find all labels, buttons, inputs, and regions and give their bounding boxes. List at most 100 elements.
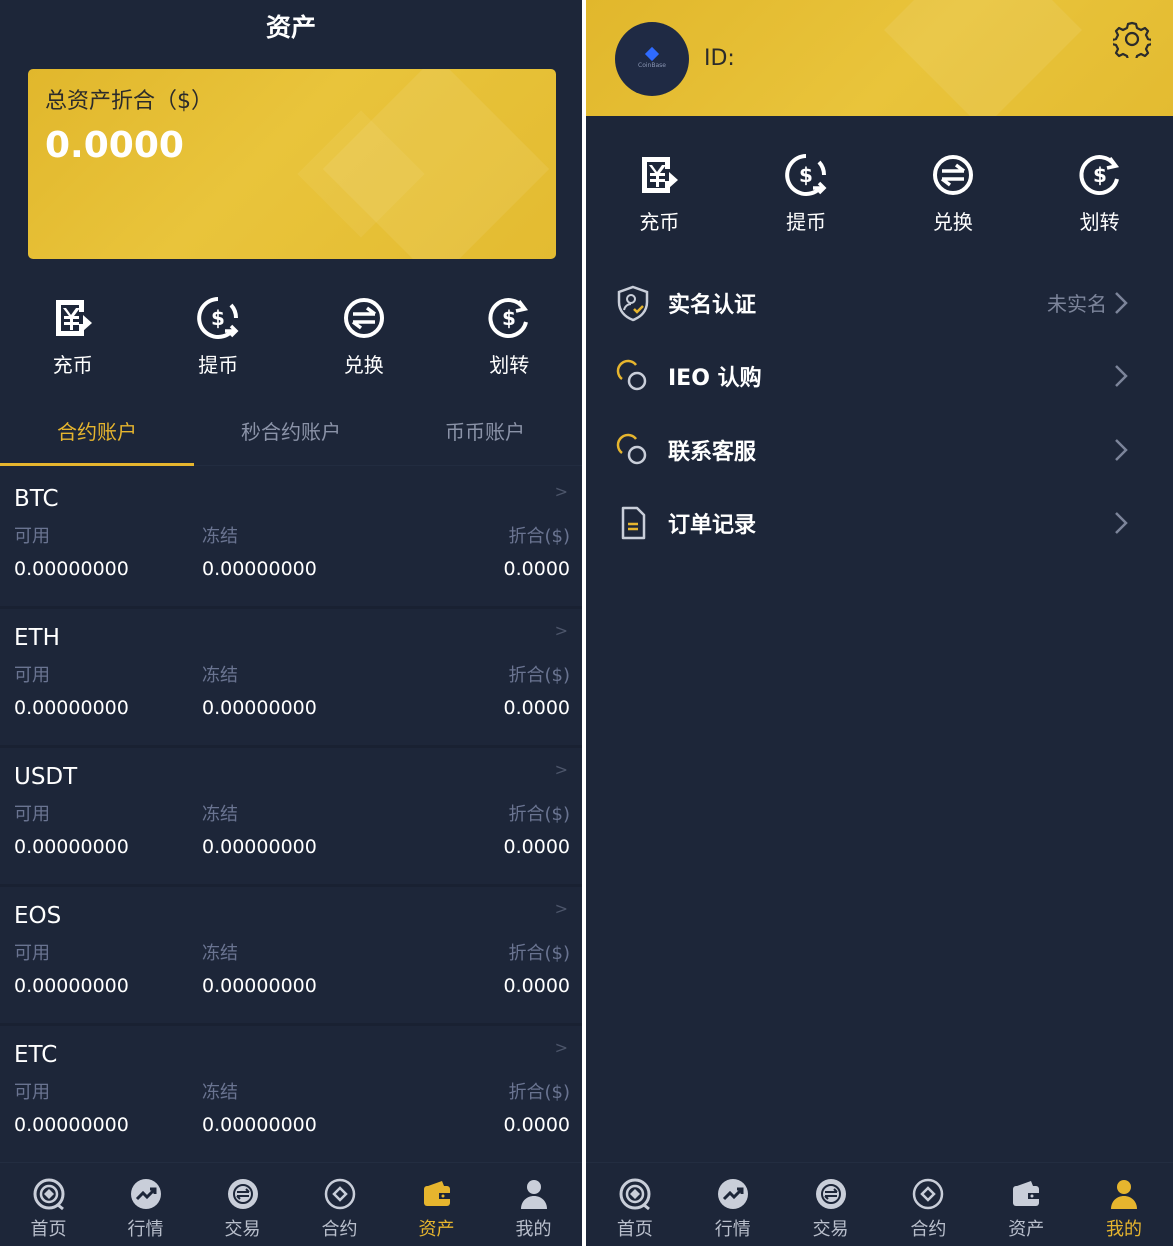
frozen-label: 冻结	[202, 943, 238, 964]
home-icon	[619, 1178, 651, 1211]
equivalent-value: 0.0000	[503, 836, 570, 858]
coin-row-btc[interactable]: BTC > 可用 冻结 折合($) 0.00000000 0.00000000 …	[0, 470, 582, 609]
document-icon	[621, 507, 646, 540]
menu-label: 联系客服	[668, 439, 757, 465]
equivalent-label: 折合($)	[508, 665, 571, 686]
chevron-right-icon	[1115, 365, 1128, 388]
profile-header: CoinBase ID:	[586, 0, 1173, 116]
tabbar-label: 交易	[812, 1219, 849, 1240]
tabbar-assets[interactable]: 资产	[977, 1163, 1075, 1246]
available-label: 可用	[14, 665, 50, 686]
available-label: 可用	[14, 804, 50, 825]
available-label: 可用	[14, 526, 50, 547]
exchange-label: 兑换	[932, 210, 973, 234]
deposit-button[interactable]: 充币	[0, 295, 146, 378]
chevron-right-icon: >	[554, 899, 568, 918]
market-icon	[717, 1179, 748, 1209]
exchange-label: 兑换	[343, 353, 384, 377]
deposit-icon	[55, 300, 92, 336]
wallet-icon	[423, 1181, 450, 1206]
coin-row-eth[interactable]: ETH > 可用 冻结 折合($) 0.00000000 0.00000000 …	[0, 609, 582, 748]
total-asset-card: 总资产折合（$） 0.0000	[28, 69, 556, 259]
tab-spot-account[interactable]: 币币账户	[388, 404, 582, 465]
wallet-icon	[1013, 1181, 1040, 1206]
available-value: 0.00000000	[14, 558, 129, 580]
transfer-icon: $	[488, 298, 529, 339]
chevron-right-icon: >	[554, 1038, 568, 1057]
tabbar-market[interactable]: 行情	[684, 1163, 782, 1246]
ieo-circles-icon	[616, 360, 647, 391]
menu-label: IEO 认购	[668, 366, 762, 392]
deposit-button[interactable]: 充币	[586, 152, 733, 235]
user-icon	[1111, 1180, 1138, 1209]
tabbar-mine[interactable]: 我的	[485, 1163, 582, 1246]
exchange-button[interactable]: 兑换	[291, 295, 437, 378]
transfer-button[interactable]: $ 划转	[1026, 152, 1173, 235]
tabbar-mine[interactable]: 我的	[1075, 1163, 1173, 1246]
frozen-value: 0.00000000	[202, 558, 317, 580]
chevron-right-icon	[1115, 291, 1128, 314]
home-icon	[33, 1178, 64, 1211]
avatar[interactable]: CoinBase	[615, 22, 689, 96]
gear-icon[interactable]	[1113, 20, 1151, 58]
chevron-right-icon: >	[554, 482, 568, 501]
deposit-label: 充币	[639, 210, 680, 234]
bottom-tabbar: 首页 行情 交易 合约 资产 我的	[586, 1162, 1173, 1246]
tabbar-home[interactable]: 首页	[586, 1163, 684, 1246]
tabbar-contract[interactable]: 合约	[291, 1163, 388, 1246]
menu-label: 订单记录	[668, 513, 757, 539]
frozen-label: 冻结	[202, 665, 238, 686]
tabbar-label: 资产	[1008, 1219, 1045, 1240]
chevron-right-icon: >	[554, 621, 568, 640]
profile-actions: 充币 $ 提币 兑换 $ 划转	[586, 152, 1173, 235]
withdraw-button[interactable]: $ 提币	[146, 295, 292, 378]
coin-name: ETH	[14, 625, 60, 651]
tabbar-contract[interactable]: 合约	[879, 1163, 977, 1246]
verification-status: 未实名	[1047, 292, 1107, 317]
service-circles-icon	[616, 433, 647, 464]
user-icon	[520, 1180, 547, 1209]
logo-icon	[644, 46, 660, 62]
tabbar-trade[interactable]: 交易	[782, 1163, 880, 1246]
frozen-value: 0.00000000	[202, 836, 317, 858]
frozen-value: 0.00000000	[202, 697, 317, 719]
equivalent-label: 折合($)	[508, 804, 571, 825]
tab-second-contract-account[interactable]: 秒合约账户	[194, 404, 388, 465]
trade-icon	[227, 1179, 258, 1209]
transfer-label: 划转	[1079, 210, 1120, 234]
equivalent-label: 折合($)	[508, 526, 571, 547]
tab-contract-account[interactable]: 合约账户	[0, 404, 194, 466]
exchange-button[interactable]: 兑换	[880, 152, 1027, 235]
market-icon	[130, 1179, 161, 1209]
tabbar-trade[interactable]: 交易	[194, 1163, 291, 1246]
tabbar-assets[interactable]: 资产	[388, 1163, 485, 1246]
total-asset-value: 0.0000	[45, 125, 184, 166]
menu-item-customer-service[interactable]: 联系客服	[586, 413, 1173, 487]
coin-name: ETC	[14, 1042, 58, 1068]
tabbar-label: 行情	[127, 1219, 164, 1240]
menu-item-order-records[interactable]: 订单记录	[586, 487, 1173, 561]
tabbar-label: 我的	[515, 1219, 552, 1240]
coin-name: BTC	[14, 486, 59, 512]
frozen-value: 0.00000000	[202, 975, 317, 997]
transfer-button[interactable]: $ 划转	[437, 295, 583, 378]
coin-row-usdt[interactable]: USDT > 可用 冻结 折合($) 0.00000000 0.00000000…	[0, 748, 582, 887]
tabbar-label: 我的	[1106, 1219, 1143, 1240]
profile-screen: CoinBase ID: 充币 $ 提币 兑换 $ 划转 实名认证 未实名 IE…	[586, 0, 1173, 1246]
available-label: 可用	[14, 1082, 50, 1103]
withdraw-button[interactable]: $ 提币	[733, 152, 880, 235]
equivalent-value: 0.0000	[503, 975, 570, 997]
menu-item-real-name[interactable]: 实名认证 未实名	[586, 266, 1173, 340]
tabbar-market[interactable]: 行情	[97, 1163, 194, 1246]
avatar-text: CoinBase	[638, 62, 666, 69]
equivalent-value: 0.0000	[503, 697, 570, 719]
coin-name: EOS	[14, 903, 62, 929]
svg-text:$: $	[1093, 163, 1107, 187]
coin-row-eos[interactable]: EOS > 可用 冻结 折合($) 0.00000000 0.00000000 …	[0, 887, 582, 1026]
trade-icon	[815, 1179, 846, 1209]
chevron-right-icon	[1115, 512, 1128, 535]
coin-row-etc[interactable]: ETC > 可用 冻结 折合($) 0.00000000 0.00000000 …	[0, 1026, 582, 1165]
available-value: 0.00000000	[14, 1114, 129, 1136]
tabbar-home[interactable]: 首页	[0, 1163, 97, 1246]
menu-item-ieo[interactable]: IEO 认购	[586, 340, 1173, 414]
